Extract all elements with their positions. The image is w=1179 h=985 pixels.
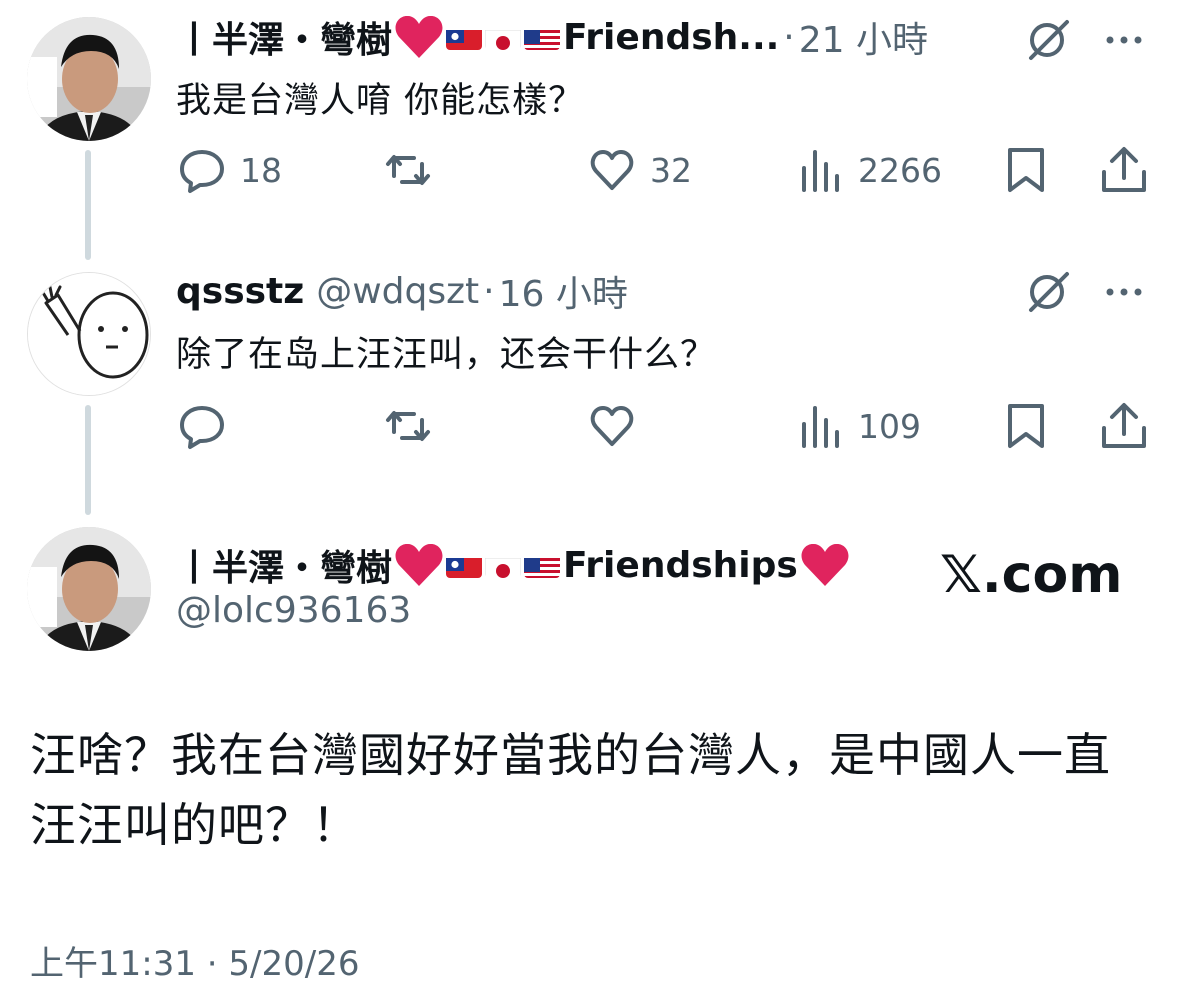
like-button[interactable]: 32 (588, 142, 692, 198)
tweet-header: qssstz @wdqszt · 16 小時 (176, 266, 628, 316)
more-icon[interactable] (1100, 14, 1152, 66)
author-handle[interactable]: @lolc936163 (176, 590, 411, 631)
author-name[interactable]: qssstz (176, 271, 304, 312)
separator-dot: · (483, 270, 495, 312)
author-name-suffix[interactable]: Friendsh... (563, 17, 779, 58)
avatar[interactable] (27, 17, 151, 141)
repost-icon (386, 155, 430, 185)
view-count: 2266 (858, 150, 942, 190)
author-name[interactable]: 丨半澤・彎樹 (176, 539, 392, 591)
reply-icon (180, 406, 224, 449)
tweet-text: 除了在岛上汪汪叫，还会干什么？ (176, 335, 717, 375)
share-button[interactable] (1098, 400, 1150, 452)
usa-flag-icon (524, 24, 561, 50)
grok-icon[interactable] (1023, 266, 1075, 318)
heart-icon (590, 150, 634, 190)
views-button[interactable]: 109 (796, 398, 921, 454)
main-post-text-line-1: 汪啥？我在台灣國好好當我的台灣人，是中國人一直 (30, 728, 1111, 782)
more-icon[interactable] (1100, 266, 1152, 318)
x-com-watermark: 𝕏.com (940, 545, 1123, 605)
japan-flag-icon (485, 552, 522, 578)
reply-button[interactable]: 18 (178, 142, 282, 198)
separator-dot: · (783, 16, 795, 58)
main-post-text-line-2: 汪汪叫的吧？！ (30, 798, 359, 852)
post-time[interactable]: 16 小時 (499, 265, 628, 317)
post-time[interactable]: 21 小時 (799, 11, 928, 63)
like-count: 32 (650, 150, 692, 190)
red-heart-emoji (394, 14, 444, 60)
share-icon (1102, 147, 1146, 192)
heart-icon (590, 406, 634, 446)
author-name[interactable]: 丨半澤・彎樹 (176, 11, 392, 63)
reply-button[interactable] (178, 398, 226, 454)
red-heart-emoji (394, 542, 444, 588)
bookmark-button[interactable] (1000, 144, 1052, 196)
red-heart-emoji (800, 542, 850, 588)
share-button[interactable] (1098, 144, 1150, 196)
bookmark-button[interactable] (1000, 400, 1052, 452)
reply-count: 18 (240, 150, 282, 190)
repost-icon (386, 411, 430, 441)
thread-line (85, 405, 91, 515)
bookmark-icon (1008, 404, 1044, 448)
tweet-header: 丨半澤・彎樹 Friendsh... · 21 小時 (176, 12, 928, 62)
like-button[interactable] (588, 398, 636, 454)
japan-flag-icon (485, 24, 522, 50)
post-timestamp[interactable]: 上午11:31 · 5/20/26 (30, 936, 359, 985)
taiwan-flag-icon (446, 24, 483, 50)
thread-line (85, 150, 91, 260)
bookmark-icon (1008, 148, 1044, 192)
views-icon (802, 406, 839, 448)
repost-button[interactable] (384, 142, 432, 198)
share-icon (1102, 403, 1146, 448)
author-name-suffix[interactable]: Friendships (563, 545, 798, 586)
avatar[interactable] (27, 527, 151, 651)
views-icon (802, 150, 839, 192)
tweet-text: 我是台灣人唷 你能怎樣？ (176, 81, 585, 121)
main-post-header: 丨半澤・彎樹 Friendships (176, 540, 852, 590)
views-button[interactable]: 2266 (796, 142, 942, 198)
usa-flag-icon (524, 552, 561, 578)
reply-icon (180, 150, 224, 193)
author-handle[interactable]: @wdqszt (316, 271, 479, 312)
taiwan-flag-icon (446, 552, 483, 578)
view-count: 109 (858, 406, 921, 446)
avatar[interactable] (27, 272, 151, 396)
grok-icon[interactable] (1023, 14, 1075, 66)
repost-button[interactable] (384, 398, 432, 454)
